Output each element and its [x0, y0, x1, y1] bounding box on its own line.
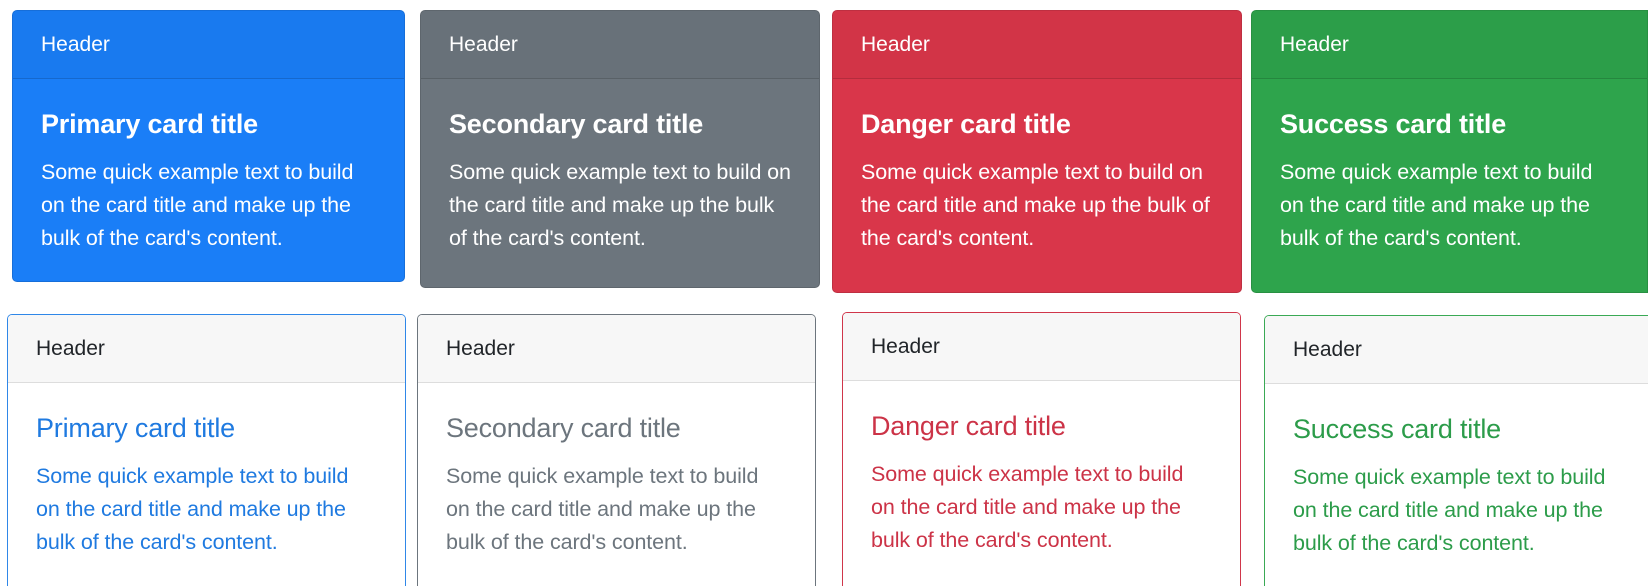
card-header: Header: [418, 315, 815, 383]
card-body: Success card title Some quick example te…: [1265, 384, 1648, 560]
card-body: Primary card title Some quick example te…: [8, 383, 405, 559]
card-text: Some quick example text to build on the …: [449, 160, 791, 250]
secondary-card: Header Secondary card title Some quick e…: [420, 10, 820, 288]
card-header: Header: [8, 315, 405, 383]
card-title: Secondary card title: [449, 109, 704, 139]
card-header: Header: [1252, 11, 1647, 79]
card-text: Some quick example text to build on the …: [871, 462, 1184, 552]
success-card: Header Success card title Some quick exa…: [1251, 10, 1648, 293]
card-title: Danger card title: [861, 109, 1071, 139]
card-title: Primary card title: [41, 109, 259, 139]
danger-card: Header Danger card title Some quick exam…: [832, 10, 1242, 293]
card-body: Danger card title Some quick example tex…: [843, 381, 1240, 557]
card-header: Header: [421, 11, 819, 79]
card-body: Secondary card title Some quick example …: [421, 79, 819, 255]
card-text: Some quick example text to build on the …: [36, 464, 349, 554]
card-text: Some quick example text to build on the …: [861, 160, 1210, 250]
danger-outline-card: Header Danger card title Some quick exam…: [842, 312, 1241, 586]
card-text: Some quick example text to build on the …: [446, 464, 759, 554]
success-outline-card: Header Success card title Some quick exa…: [1264, 315, 1648, 586]
card-showcase: Header Primary card title Some quick exa…: [0, 0, 1648, 586]
card-body: Primary card title Some quick example te…: [13, 79, 404, 255]
card-text: Some quick example text to build on the …: [1280, 160, 1593, 250]
card-title: Secondary card title: [446, 413, 681, 443]
card-title: Primary card title: [36, 413, 235, 443]
card-header: Header: [843, 313, 1240, 381]
primary-card: Header Primary card title Some quick exa…: [12, 10, 405, 282]
card-body: Danger card title Some quick example tex…: [833, 79, 1241, 255]
card-body: Secondary card title Some quick example …: [418, 383, 815, 559]
card-title: Success card title: [1293, 414, 1501, 444]
card-title: Success card title: [1280, 109, 1507, 139]
card-title: Danger card title: [871, 411, 1066, 441]
card-header: Header: [1265, 316, 1648, 384]
card-body: Success card title Some quick example te…: [1252, 79, 1647, 255]
card-header: Header: [833, 11, 1241, 79]
secondary-outline-card: Header Secondary card title Some quick e…: [417, 314, 816, 586]
card-header: Header: [13, 11, 404, 79]
primary-outline-card: Header Primary card title Some quick exa…: [7, 314, 406, 586]
card-text: Some quick example text to build on the …: [41, 160, 354, 250]
card-text: Some quick example text to build on the …: [1293, 465, 1606, 555]
